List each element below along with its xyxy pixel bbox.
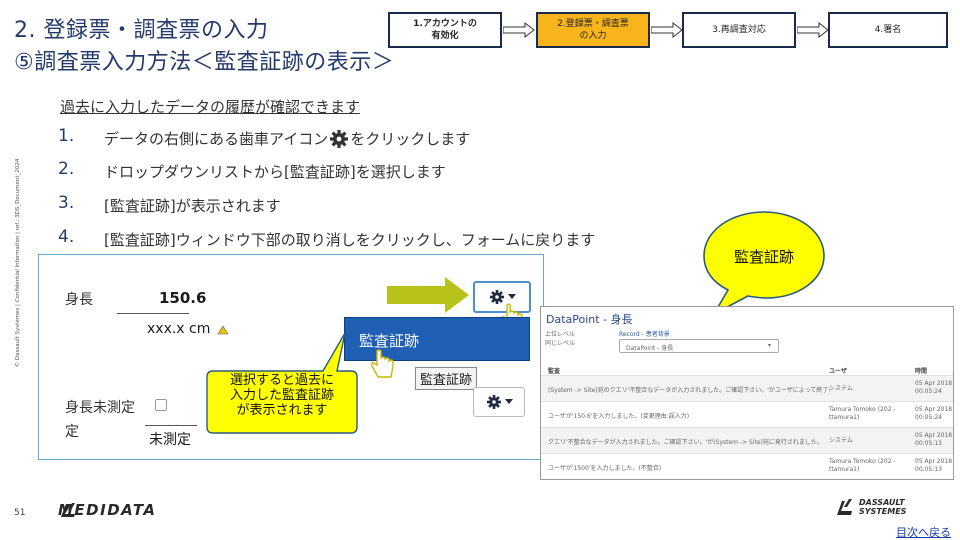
step-4-box: 4.署名	[828, 12, 948, 48]
step-arrow-icon	[503, 22, 535, 38]
row-user: Tamura Tomoko (202 - ttamura1)	[829, 458, 896, 473]
page-number: 51	[14, 508, 26, 518]
pointer-arrow-icon	[387, 277, 469, 313]
list-number: 3.	[58, 193, 75, 213]
side-copyright: © Dassault Systèmes | Confidential Infor…	[8, 150, 21, 380]
upper-level-label: 上位レベル	[545, 331, 576, 338]
list-item-3: [監査証跡]が表示されます	[104, 197, 281, 215]
list-item-2: ドロップダウンリストから[監査証跡]を選択します	[104, 163, 446, 181]
row-time: 00:05:13	[915, 466, 942, 473]
callout-line1: 選択すると過去に	[229, 373, 334, 388]
page-subtitle: ⑤調査票入力方法＜監査証跡の表示＞	[14, 50, 395, 75]
column-audit: 監査	[548, 368, 561, 375]
table-row: (System -> Site)宛のクエリ'不整合なデータが入力されました。ご確…	[541, 375, 953, 401]
unmeasured-checkbox-label: 未測定	[149, 432, 191, 448]
step-1-line2: 有効化	[431, 31, 459, 41]
datapoint-select[interactable]: DataPoint - 身長 ▾	[619, 339, 779, 353]
select-arrow-icon: ▾	[768, 342, 772, 349]
column-time: 時間	[915, 368, 928, 375]
datapoint-audit-panel: DataPoint - 身長 上位レベル 同じレベル Record - 患者背景…	[540, 306, 954, 480]
step-2-line1: 2.登録票・調査票	[557, 19, 629, 29]
tooltip: 監査証跡	[415, 367, 478, 390]
row-date: 05 Apr 2018	[915, 406, 953, 413]
row-time: 00:05:24	[915, 388, 942, 395]
step-arrow-icon	[797, 22, 829, 38]
list-item-1-text-b: をクリックします	[350, 130, 471, 148]
ds-logo-icon	[837, 499, 852, 515]
row-time: 00:05:13	[915, 440, 942, 447]
form-panel: 身長 150.6 xxx.x cm 監査証跡 監査証跡 身長未測定 定 未測定 …	[38, 254, 544, 460]
row-audit: (System -> Site)宛のクエリ'不整合なデータが入力されました。ご確…	[548, 387, 830, 394]
intro-text: 過去に入力したデータの履歴が確認できます	[60, 98, 361, 116]
datapoint-title-prefix: DataPoint -	[546, 313, 611, 326]
column-user: ユーザ	[829, 368, 847, 375]
height-label: 身長	[65, 292, 93, 308]
row-date: 05 Apr 2018	[915, 380, 953, 387]
gear-dropdown-button-2[interactable]	[473, 387, 525, 417]
audit-trail-menu-item[interactable]: 監査証跡	[359, 330, 419, 351]
list-item-1-text-a: データの右側にある歯車アイコン	[104, 130, 329, 148]
height-unit: xxx.x cm	[147, 321, 211, 337]
step-2-box: 2.登録票・調査票 の入力	[536, 12, 650, 48]
height-underline	[117, 313, 189, 314]
dassault-wordmark: DASSAULT SYSTEMES	[859, 498, 906, 516]
dassault-line1: DASSAULT	[859, 498, 905, 507]
record-link[interactable]: Record - 患者背景	[619, 329, 670, 338]
row-audit: クエリ'不整合なデータが入力されました。ご確認下さい。'が(System -> …	[548, 439, 823, 446]
datapoint-title-suffix: 身長	[610, 313, 633, 326]
row-time: 00:05:24	[915, 414, 942, 421]
same-level-label: 同じレベル	[545, 340, 576, 347]
row-user: Tamura Tomoko (202 - ttamura1)	[829, 406, 896, 421]
toc-link[interactable]: 目次へ戻る	[896, 524, 951, 540]
table-row: クエリ'不整合なデータが入力されました。ご確認下さい。'が(System -> …	[541, 427, 953, 453]
list-number: 2.	[58, 159, 75, 179]
list-number: 1.	[58, 126, 75, 146]
callout-text: 選択すると過去に 入力した監査証跡 が表示されます	[207, 373, 357, 418]
table-row: ユーザが'1500'を入力しました。(不整合) Tamura Tomoko (2…	[541, 453, 953, 479]
datapoint-title: DataPoint - 身長	[546, 311, 633, 327]
callout-line3: が表示されます	[236, 403, 328, 418]
row-audit: ユーザが'1500'を入力しました。(不整合)	[548, 465, 662, 472]
step-2-line2: の入力	[579, 31, 607, 41]
row-date: 05 Apr 2018	[915, 432, 953, 439]
dassault-line2: SYSTEMES	[859, 507, 907, 516]
table-row: ユーザが'150.6'を入力しました。(変更理由:誤入力) Tamura Tom…	[541, 401, 953, 427]
gear-icon	[330, 130, 349, 148]
list-number: 4.	[58, 227, 75, 247]
caret-down-icon	[507, 294, 516, 299]
medidata-wordmark: MEDIDATA	[58, 501, 157, 519]
page-title: 2. 登録票・調査票の入力	[14, 18, 269, 43]
callout-line2: 入力した監査証跡	[229, 388, 334, 403]
list-item-4: [監査証跡]ウィンドウ下部の取り消しをクリックし、フォームに戻ります	[104, 231, 596, 249]
unmeasured-label-2: 定	[65, 424, 79, 440]
row-date: 05 Apr 2018	[915, 458, 953, 465]
medidata-logo: MEDIDATA	[58, 500, 155, 520]
unmeasured-checkbox[interactable]	[155, 399, 167, 411]
datapoint-select-value: DataPoint - 身長	[626, 345, 674, 352]
row-user: システム	[829, 437, 853, 444]
step-1-line1: 1.アカウントの	[413, 19, 477, 29]
side-copyright-text: © Dassault Systèmes | Confidential Infor…	[15, 158, 21, 368]
step-arrow-icon	[651, 22, 683, 38]
list-item-1: データの右側にある歯車アイコン をクリックします	[104, 128, 470, 149]
caret-down-icon	[504, 399, 513, 404]
speech-bubble-text: 監査証跡	[733, 248, 794, 266]
step-3-label: 3.再調査対応	[712, 25, 766, 35]
row-user: システム	[829, 385, 853, 392]
height-value: 150.6	[159, 289, 207, 307]
step-1-box: 1.アカウントの 有効化	[388, 12, 502, 48]
unmeasured-underline	[145, 425, 197, 426]
hand-cursor-icon	[371, 349, 394, 378]
dassault-logo: DASSAULT SYSTEMES	[834, 496, 906, 518]
gear-icon	[486, 395, 501, 409]
step-4-label: 4.署名	[874, 25, 902, 35]
step-3-box: 3.再調査対応	[682, 12, 796, 48]
unmeasured-label: 身長未測定	[65, 400, 135, 416]
row-audit: ユーザが'150.6'を入力しました。(変更理由:誤入力)	[548, 413, 690, 420]
